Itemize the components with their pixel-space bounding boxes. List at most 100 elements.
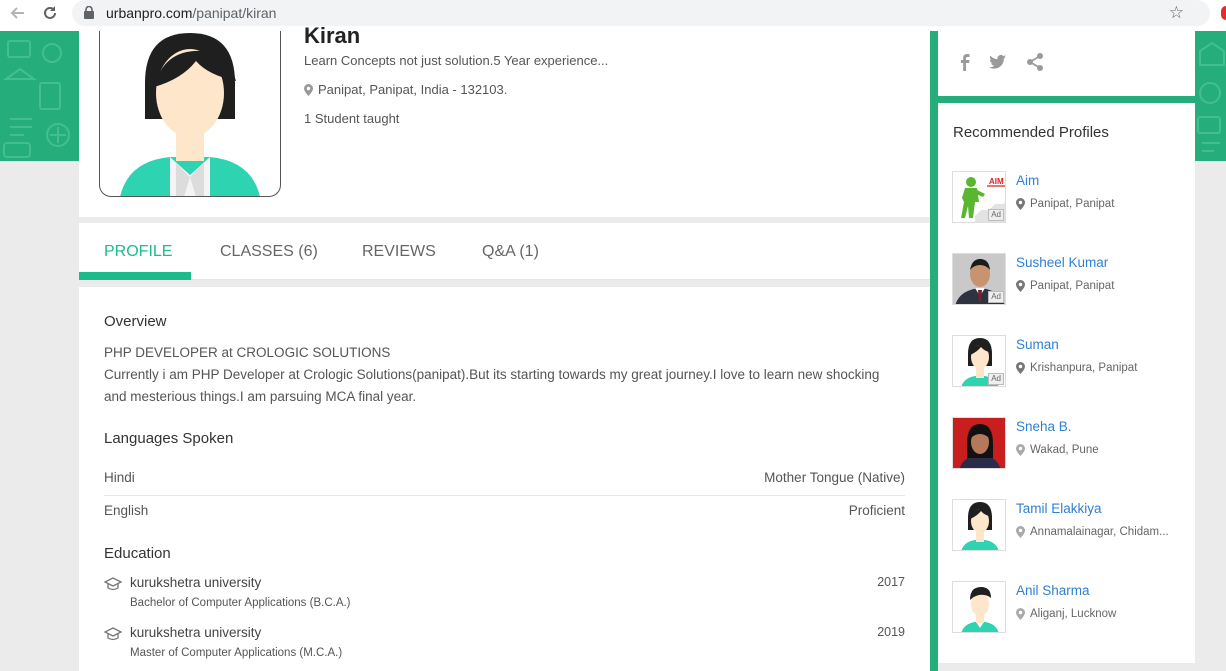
profile-tabs: PROFILE CLASSES (6) REVIEWS Q&A (1) — [79, 223, 930, 280]
page-background-strip — [1195, 161, 1226, 671]
ad-badge: Ad — [988, 291, 1004, 303]
tab-reviews[interactable]: REVIEWS — [362, 243, 436, 261]
recommended-profile-item[interactable]: AIM Ad Aim Panipat, Panipat — [952, 171, 1192, 227]
location-pin-icon — [304, 83, 313, 96]
education-item: kurukshetra university Master of Compute… — [104, 625, 905, 669]
overview-headline: PHP DEVELOPER at CROLOGIC SOLUTIONS — [104, 345, 391, 360]
education-school: kurukshetra university — [130, 575, 262, 590]
location-pin-icon — [1016, 526, 1025, 538]
recommended-profile-name[interactable]: Tamil Elakkiya — [1016, 501, 1102, 516]
tutor-location-text: Panipat, Panipat, India - 132103. — [318, 82, 508, 97]
active-tab-indicator — [79, 272, 191, 280]
recommended-profile-location: Annamalainagar, Chidam... — [1016, 526, 1188, 538]
profile-header-card: Kiran Learn Concepts not just solution.5… — [79, 23, 930, 217]
education-item: kurukshetra university Bachelor of Compu… — [104, 575, 905, 619]
recommended-profile-location: Panipat, Panipat — [1016, 280, 1188, 292]
overview-heading: Overview — [104, 313, 167, 330]
url-text: urbanpro.com/panipat/kiran — [106, 5, 276, 21]
education-year: 2019 — [877, 625, 905, 639]
tab-profile[interactable]: PROFILE — [104, 243, 172, 261]
recommended-profiles-card: Recommended Profiles AIM Ad Aim Panipat,… — [938, 103, 1195, 663]
tab-qa[interactable]: Q&A (1) — [482, 243, 539, 261]
recommended-profile-location: Wakad, Pune — [1016, 444, 1188, 456]
overview-description: Currently i am PHP Developer at Crologic… — [104, 367, 880, 404]
overview-text: PHP DEVELOPER at CROLOGIC SOLUTIONS Curr… — [104, 342, 884, 408]
recommended-location-text: Aliganj, Lucknow — [1030, 608, 1117, 620]
graduation-cap-icon — [104, 627, 122, 641]
location-pin-icon — [1016, 198, 1025, 210]
language-name: English — [104, 503, 149, 518]
twitter-icon[interactable] — [986, 51, 1008, 73]
tutor-name: Kiran — [304, 23, 361, 48]
language-level: Mother Tongue (Native) — [764, 470, 905, 485]
profile-content: Overview PHP DEVELOPER at CROLOGIC SOLUT… — [79, 287, 930, 671]
recommended-profile-name[interactable]: Aim — [1016, 173, 1039, 188]
sidebar-divider — [930, 31, 938, 671]
recommended-profile-item[interactable]: Tamil Elakkiya Annamalainagar, Chidam... — [952, 499, 1192, 555]
recommended-profile-location: Panipat, Panipat — [1016, 198, 1188, 210]
profile-thumbnail: AIM Ad — [952, 171, 1006, 223]
location-pin-icon — [1016, 608, 1025, 620]
location-pin-icon — [1016, 280, 1025, 292]
share-icon[interactable] — [1024, 51, 1046, 73]
language-name: Hindi — [104, 470, 135, 485]
recommended-heading: Recommended Profiles — [953, 124, 1109, 141]
education-school: kurukshetra university — [130, 625, 262, 640]
recommended-location-text: Krishanpura, Panipat — [1030, 362, 1138, 374]
recommended-profile-name[interactable]: Sneha B. — [1016, 419, 1072, 434]
female-avatar-icon — [961, 502, 999, 550]
share-card — [938, 31, 1195, 96]
male-avatar-icon — [961, 587, 999, 632]
recommended-profile-item[interactable]: Sneha B. Wakad, Pune — [952, 417, 1192, 473]
reload-icon[interactable] — [38, 1, 62, 25]
recommended-profile-location: Aliganj, Lucknow — [1016, 608, 1188, 620]
location-pin-icon — [1016, 362, 1025, 374]
education-degree: Master of Computer Applications (M.C.A.) — [130, 647, 343, 659]
tab-classes[interactable]: CLASSES (6) — [220, 243, 318, 261]
lock-icon — [84, 6, 94, 19]
url-path: /panipat/kiran — [192, 5, 277, 21]
recommended-profile-name[interactable]: Suman — [1016, 337, 1059, 352]
ad-badge: Ad — [988, 209, 1004, 221]
address-bar[interactable]: urbanpro.com/panipat/kiran ☆ — [72, 0, 1210, 26]
tutor-location: Panipat, Panipat, India - 132103. — [304, 82, 507, 97]
language-row: Hindi Mother Tongue (Native) — [104, 470, 905, 503]
education-heading: Education — [104, 545, 171, 562]
ad-badge: Ad — [988, 373, 1004, 385]
students-taught: 1 Student taught — [304, 111, 400, 126]
female-avatar-icon — [120, 33, 260, 196]
languages-heading: Languages Spoken — [104, 430, 234, 447]
recommended-profile-item[interactable]: Ad Suman Krishanpura, Panipat — [952, 335, 1192, 391]
recommended-profile-name[interactable]: Anil Sharma — [1016, 583, 1090, 598]
profile-thumbnail: Ad — [952, 335, 1006, 387]
recommended-location-text: Panipat, Panipat — [1030, 198, 1115, 210]
browser-toolbar: urbanpro.com/panipat/kiran ☆ — [0, 0, 1226, 31]
language-level: Proficient — [848, 503, 905, 518]
recommended-profile-name[interactable]: Susheel Kumar — [1016, 255, 1108, 270]
extension-icon[interactable] — [1221, 6, 1226, 20]
profile-thumbnail — [952, 499, 1006, 551]
location-pin-icon — [1016, 444, 1025, 456]
profile-avatar — [99, 31, 281, 197]
recommended-location-text: Panipat, Panipat — [1030, 280, 1115, 292]
language-row: English Proficient — [104, 503, 905, 536]
graduation-cap-icon — [104, 577, 122, 591]
recommended-location-text: Wakad, Pune — [1030, 444, 1099, 456]
woman-photo-icon — [953, 418, 1005, 468]
recommended-location-text: Annamalainagar, Chidam... — [1030, 526, 1169, 538]
recommended-profile-item[interactable]: Anil Sharma Aliganj, Lucknow — [952, 581, 1192, 637]
education-degree: Bachelor of Computer Applications (B.C.A… — [130, 597, 351, 609]
url-host: urbanpro.com — [106, 5, 193, 21]
recommended-profile-location: Krishanpura, Panipat — [1016, 362, 1188, 374]
tutor-tagline: Learn Concepts not just solution.5 Year … — [304, 53, 609, 68]
education-year: 2017 — [877, 575, 905, 589]
aim-logo-text: AIM — [989, 177, 1004, 186]
recommended-profile-item[interactable]: Ad Susheel Kumar Panipat, Panipat — [952, 253, 1192, 309]
profile-thumbnail — [952, 417, 1006, 469]
profile-thumbnail — [952, 581, 1006, 633]
facebook-icon[interactable] — [954, 51, 976, 73]
back-arrow-icon[interactable] — [6, 1, 30, 25]
divider — [104, 495, 905, 496]
profile-thumbnail: Ad — [952, 253, 1006, 305]
bookmark-star-icon[interactable]: ☆ — [1169, 3, 1184, 23]
